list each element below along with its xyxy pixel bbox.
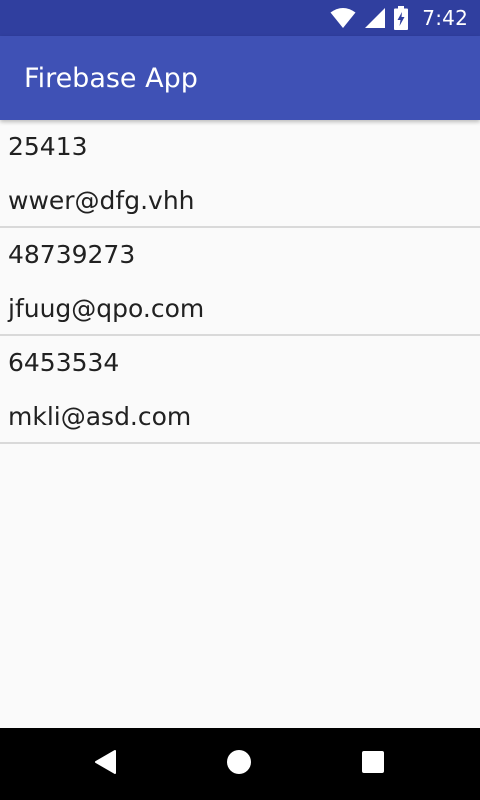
contact-list: 25413 wwer@dfg.vhh 48739273 jfuug@qpo.co… bbox=[0, 120, 480, 444]
item-phone: 25413 bbox=[8, 132, 88, 161]
navigation-bar bbox=[0, 728, 480, 800]
list-item[interactable]: 25413 wwer@dfg.vhh bbox=[0, 120, 480, 228]
list-item[interactable]: 48739273 jfuug@qpo.com bbox=[0, 228, 480, 336]
recents-icon bbox=[361, 750, 385, 778]
status-time: 7:42 bbox=[422, 6, 468, 30]
battery-charging-icon bbox=[394, 6, 409, 30]
wifi-icon bbox=[330, 7, 356, 29]
app-screen: 7:42 Firebase App 25413 wwer@dfg.vhh 487… bbox=[0, 0, 480, 800]
item-email: wwer@dfg.vhh bbox=[8, 186, 195, 215]
status-bar: 7:42 bbox=[0, 0, 480, 36]
home-icon bbox=[226, 749, 252, 779]
home-button[interactable] bbox=[199, 728, 279, 800]
item-email: mkli@asd.com bbox=[8, 402, 192, 431]
recents-button[interactable] bbox=[333, 728, 413, 800]
item-phone: 48739273 bbox=[8, 240, 136, 269]
status-icons: 7:42 bbox=[330, 6, 468, 30]
item-email: jfuug@qpo.com bbox=[8, 294, 205, 323]
cellular-signal-icon bbox=[364, 7, 386, 29]
back-icon bbox=[94, 749, 118, 779]
app-title: Firebase App bbox=[24, 62, 198, 94]
list-item[interactable]: 6453534 mkli@asd.com bbox=[0, 336, 480, 444]
item-phone: 6453534 bbox=[8, 348, 120, 377]
app-bar: Firebase App bbox=[0, 36, 480, 120]
back-button[interactable] bbox=[66, 728, 146, 800]
